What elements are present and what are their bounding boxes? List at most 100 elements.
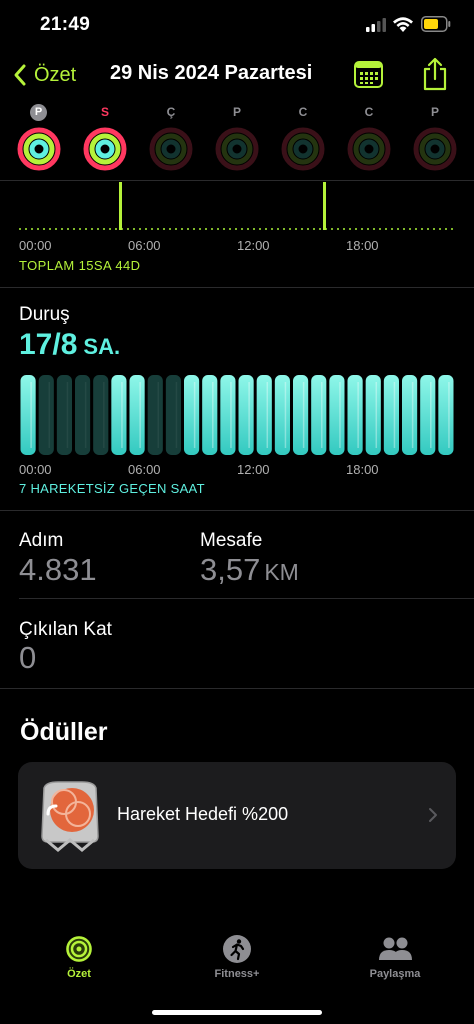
stand-count: 17/8 bbox=[19, 328, 78, 361]
stand-hour-bar-inactive bbox=[93, 375, 109, 455]
stand-axis: 00:00 06:00 12:00 18:00 bbox=[19, 462, 455, 478]
exercise-total: TOPLAM 15SA 44D bbox=[19, 258, 141, 273]
stand-inactive-note: 7 HAREKETSİZ GEÇEN SAAT bbox=[19, 481, 205, 496]
home-indicator bbox=[152, 1010, 322, 1015]
day-label: P bbox=[232, 105, 241, 119]
exercise-axis: 00:00 06:00 12:00 18:00 bbox=[19, 238, 455, 254]
distance-unit: KM bbox=[264, 559, 299, 585]
day-label: Ç bbox=[166, 105, 176, 119]
exercise-bar bbox=[323, 182, 326, 230]
day-label: P bbox=[30, 104, 47, 121]
stand-hour-bar-active bbox=[20, 375, 36, 455]
axis-tick-label: 00:00 bbox=[19, 462, 52, 477]
award-label: Hareket Hedefi %200 bbox=[117, 804, 289, 824]
tab-summary[interactable]: Özet bbox=[19, 934, 139, 990]
tab-label: Paylaşma bbox=[369, 968, 421, 980]
week-strip: P S Ç P C C P bbox=[0, 100, 474, 180]
awards-title: Ödüller bbox=[20, 718, 108, 746]
day-label: C bbox=[364, 105, 374, 119]
stand-hour-bar-active bbox=[202, 375, 218, 455]
back-label: Özet bbox=[34, 63, 77, 86]
stand-hour-bar-active bbox=[438, 375, 454, 455]
activity-rings-icon bbox=[215, 127, 259, 171]
activity-rings-icon bbox=[281, 127, 325, 171]
stand-hour-bar-inactive bbox=[38, 375, 54, 455]
chevron-right-icon bbox=[429, 808, 437, 822]
stand-hour-bar-active bbox=[238, 375, 254, 455]
people-icon bbox=[379, 937, 412, 960]
stand-hour-bar-inactive bbox=[56, 375, 72, 455]
axis-tick-label: 06:00 bbox=[128, 462, 161, 477]
stand-value: 17/8 SA. bbox=[19, 328, 120, 362]
divider bbox=[0, 287, 474, 288]
day-3[interactable]: P bbox=[212, 100, 262, 180]
stand-hour-bar-active bbox=[311, 375, 327, 455]
day-6[interactable]: P bbox=[410, 100, 460, 180]
stand-hour-bar-active bbox=[347, 375, 363, 455]
activity-rings-icon bbox=[83, 127, 127, 171]
stand-hour-bar-active bbox=[111, 375, 127, 455]
day-5[interactable]: C bbox=[344, 100, 394, 180]
award-item[interactable]: Hareket Hedefi %200 bbox=[18, 762, 456, 869]
stand-hour-bar-active bbox=[293, 375, 309, 455]
steps-label: Adım bbox=[19, 530, 64, 551]
stand-hour-bar-inactive bbox=[165, 375, 181, 455]
stand-hour-bar-active bbox=[129, 375, 145, 455]
stand-hour-bar-inactive bbox=[147, 375, 163, 455]
stand-hours-chart bbox=[20, 375, 454, 455]
divider bbox=[0, 180, 474, 181]
back-button[interactable]: Özet bbox=[12, 60, 76, 90]
page-title: 29 Nis 2024 Pazartesi bbox=[110, 62, 313, 84]
stand-hour-bar-active bbox=[274, 375, 290, 455]
calendar-icon[interactable] bbox=[354, 61, 383, 88]
distance-number: 3,57 bbox=[200, 552, 261, 587]
axis-tick-label: 06:00 bbox=[128, 238, 161, 253]
wifi-icon bbox=[393, 17, 413, 32]
stand-hour-bar-active bbox=[256, 375, 272, 455]
stand-hour-bar-active bbox=[184, 375, 200, 455]
day-label: P bbox=[430, 105, 439, 119]
stand-title: Duruş bbox=[19, 304, 70, 325]
activity-rings-icon bbox=[66, 936, 92, 962]
status-bar: 21:49 bbox=[0, 0, 474, 50]
exercise-chart bbox=[19, 182, 455, 230]
day-1[interactable]: S bbox=[80, 100, 130, 180]
day-label: S bbox=[100, 105, 109, 119]
floors-label: Çıkılan Kat bbox=[19, 619, 112, 640]
activity-rings-icon bbox=[413, 127, 457, 171]
axis-tick-label: 12:00 bbox=[237, 462, 270, 477]
divider bbox=[0, 510, 474, 511]
tab-label: Özet bbox=[67, 968, 91, 980]
day-4[interactable]: C bbox=[278, 100, 328, 180]
chevron-left-icon bbox=[14, 64, 26, 86]
day-2[interactable]: Ç bbox=[146, 100, 196, 180]
floors-value: 0 bbox=[19, 640, 37, 675]
stand-hour-bar-active bbox=[383, 375, 399, 455]
activity-rings-icon bbox=[17, 127, 61, 171]
day-0[interactable]: P bbox=[14, 100, 64, 180]
stand-unit: SA. bbox=[83, 334, 121, 359]
day-label: C bbox=[298, 105, 308, 119]
stand-hour-bar-inactive bbox=[75, 375, 91, 455]
distance-label: Mesafe bbox=[200, 530, 263, 551]
award-badge-icon bbox=[41, 781, 99, 852]
axis-tick-label: 18:00 bbox=[346, 238, 379, 253]
distance-value: 3,57 KM bbox=[200, 552, 299, 588]
activity-rings-icon bbox=[149, 127, 193, 171]
axis-tick-label: 12:00 bbox=[237, 238, 270, 253]
steps-value: 4.831 bbox=[19, 552, 97, 587]
activity-rings-icon bbox=[347, 127, 391, 171]
stand-hour-bar-active bbox=[365, 375, 381, 455]
nav-bar: Özet 29 Nis 2024 Pazartesi bbox=[0, 52, 474, 98]
cellular-signal-icon bbox=[366, 18, 386, 32]
tab-fitness-plus[interactable]: Fitness+ bbox=[177, 934, 297, 990]
stand-hour-bar-active bbox=[329, 375, 345, 455]
tab-sharing[interactable]: Paylaşma bbox=[335, 934, 455, 990]
axis-tick-label: 00:00 bbox=[19, 238, 52, 253]
share-icon[interactable] bbox=[422, 57, 448, 91]
running-figure-icon bbox=[223, 935, 251, 963]
exercise-bar bbox=[119, 182, 122, 230]
battery-icon bbox=[421, 16, 451, 32]
tab-bar: Özet Fitness+ Paylaşma bbox=[0, 920, 474, 1024]
divider bbox=[19, 598, 474, 599]
